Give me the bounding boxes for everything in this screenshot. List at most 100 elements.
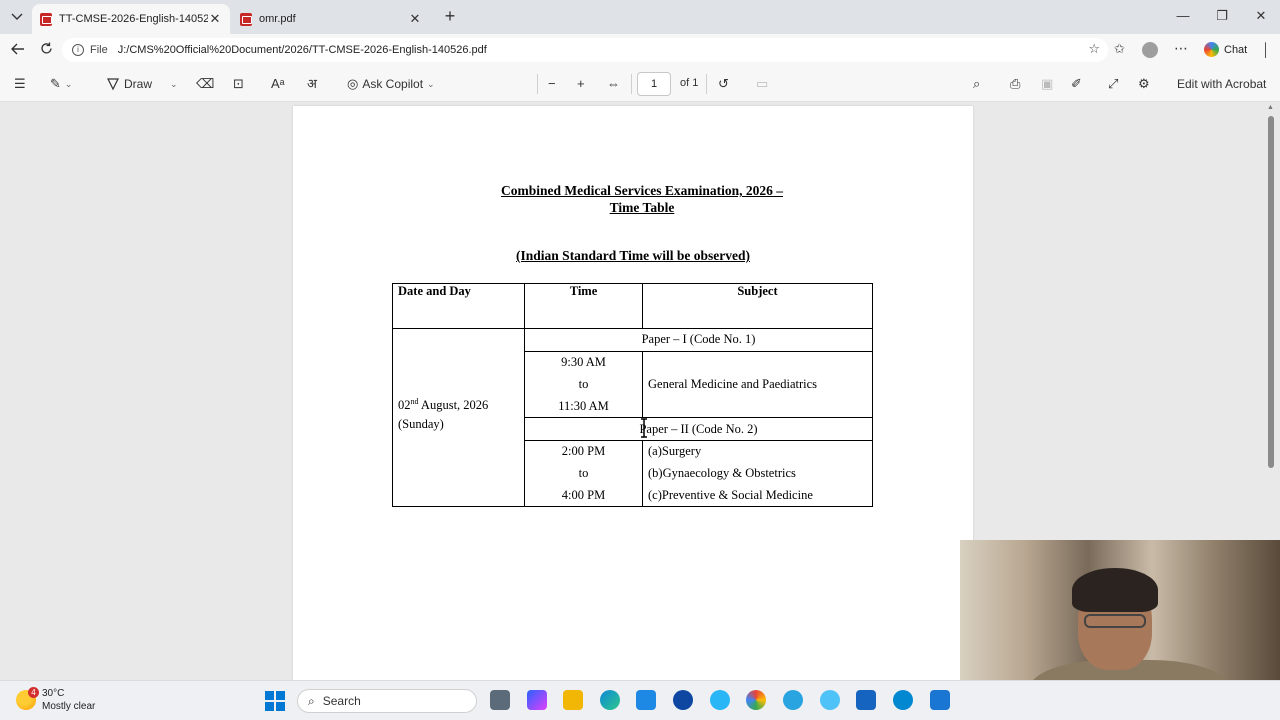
- restore-button[interactable]: ❐: [1207, 8, 1237, 26]
- chat-button[interactable]: Chat: [1204, 42, 1247, 57]
- camera-app-icon[interactable]: [930, 690, 950, 710]
- url-text[interactable]: J:/CMS%20Official%20Document/2026/TT-CMS…: [118, 44, 487, 56]
- page-total: of 1: [680, 77, 699, 89]
- notification-badge: 4: [28, 687, 39, 698]
- timetable: Date and Day Time Subject 02nd August, 2…: [392, 283, 873, 507]
- star-icon[interactable]: ☆: [1088, 41, 1100, 57]
- tab-actions-menu[interactable]: [6, 6, 28, 28]
- hp-app-icon[interactable]: [673, 690, 693, 710]
- zoom-out-button[interactable]: −: [548, 76, 556, 92]
- read-aloud-button[interactable]: Aᵃ: [271, 76, 285, 92]
- fit-page-button[interactable]: ⇔: [607, 76, 620, 92]
- highlight-button[interactable]: ✎ ⌄: [50, 76, 72, 92]
- search-label: Search: [322, 694, 361, 708]
- plus-icon: +: [577, 76, 585, 91]
- save-as-button[interactable]: ✐: [1071, 76, 1082, 92]
- telegram-icon[interactable]: [783, 690, 803, 710]
- edit-with-acrobat-button[interactable]: Edit with Acrobat: [1177, 76, 1266, 92]
- network-app-icon[interactable]: [820, 690, 840, 710]
- chrome-icon[interactable]: [746, 690, 766, 710]
- file-explorer-icon[interactable]: [563, 690, 583, 710]
- back-button[interactable]: [8, 41, 28, 59]
- edit-acrobat-label: Edit with Acrobat: [1177, 77, 1267, 91]
- start-tile: [265, 691, 274, 700]
- tab-omr-pdf[interactable]: omr.pdf ✕: [232, 4, 430, 34]
- windows-start-icon[interactable]: [265, 691, 285, 711]
- start-tile: [265, 702, 274, 711]
- chevron-down-icon: ⌄: [64, 79, 73, 89]
- support-app-icon[interactable]: [710, 690, 730, 710]
- taskbar-search[interactable]: ⌕ Search: [297, 689, 477, 713]
- find-button[interactable]: ⌕: [973, 76, 980, 92]
- print-button[interactable]: ⎙: [1010, 76, 1020, 92]
- scroll-thumb[interactable]: [1268, 116, 1274, 468]
- copilot-icon: [1204, 42, 1219, 57]
- weather-widget[interactable]: 4 30°C Mostly clear: [16, 687, 95, 713]
- copilot-outline-icon: ◎: [347, 76, 359, 91]
- tab-title: TT-CMSE-2026-English-140526.pdf: [59, 13, 208, 25]
- highlighter-icon: ✎: [50, 76, 61, 91]
- taskbar: 4 30°C Mostly clear ⌕ Search: [0, 680, 1280, 720]
- header-subject: Subject: [737, 284, 778, 298]
- favorites-icon[interactable]: ✩: [1114, 41, 1125, 57]
- word-app-icon[interactable]: [856, 690, 876, 710]
- info-icon[interactable]: i: [72, 44, 84, 56]
- paper1-subject: General Medicine and Paediatrics: [648, 377, 818, 391]
- store-icon[interactable]: [636, 690, 656, 710]
- more-options-icon[interactable]: ⋯: [1174, 40, 1188, 57]
- printer-icon: ⎙: [1010, 76, 1021, 91]
- paper1-time-end: 11:30 AM: [558, 399, 609, 413]
- document-subtitle: (Indian Standard Time will be observed): [516, 248, 750, 263]
- tab-timetable-pdf[interactable]: TT-CMSE-2026-English-140526.pdf ✕: [32, 4, 230, 34]
- tab-strip: TT-CMSE-2026-English-140526.pdf ✕ omr.pd…: [0, 0, 1280, 34]
- eraser-button[interactable]: ⌫: [196, 76, 214, 92]
- minimize-button[interactable]: —: [1168, 8, 1198, 26]
- paper2-subject-a: (a)Surgery: [648, 444, 702, 458]
- cortana-app-icon[interactable]: [893, 690, 913, 710]
- tab-title: omr.pdf: [259, 13, 296, 25]
- draw-button[interactable]: Draw ⌄: [106, 76, 178, 92]
- page-view-icon: ▭: [756, 76, 769, 91]
- reload-button[interactable]: [36, 41, 56, 59]
- file-chip: File: [90, 44, 108, 56]
- save-icon: ▣: [1041, 76, 1054, 91]
- date-text: 02nd August, 2026: [398, 397, 489, 413]
- toolbar-divider: [537, 74, 538, 94]
- header-time: Time: [569, 284, 598, 298]
- rotate-icon: ↺: [718, 76, 729, 91]
- paper2-time-end: 4:00 PM: [561, 488, 606, 502]
- page-number-input[interactable]: 1: [637, 72, 671, 96]
- pdf-page[interactable]: Combined Medical Services Examination, 2…: [293, 106, 973, 680]
- copilot-app-icon[interactable]: [527, 690, 547, 710]
- fullscreen-button[interactable]: ⤢: [1108, 76, 1118, 92]
- sidebar-toggle-icon[interactable]: │: [1262, 42, 1270, 57]
- omnibox[interactable]: i File J:/CMS%20Official%20Document/2026…: [62, 38, 1108, 62]
- ask-copilot-button[interactable]: ◎ Ask Copilot ⌄: [347, 76, 435, 92]
- save-button[interactable]: ▣: [1041, 76, 1053, 92]
- read-aloud-icon: Aᵃ: [271, 76, 285, 91]
- page-view-button[interactable]: ▭: [756, 76, 768, 92]
- person-glasses: [1084, 614, 1146, 628]
- paper2-subject-c: (c)Preventive & Social Medicine: [648, 488, 813, 502]
- zoom-in-button[interactable]: +: [577, 76, 585, 92]
- close-icon[interactable]: ✕: [208, 11, 222, 27]
- toolbar-divider: [631, 74, 632, 94]
- new-tab-button[interactable]: +: [440, 7, 460, 27]
- settings-button[interactable]: ⚙: [1138, 76, 1150, 92]
- translate-button[interactable]: अ: [307, 76, 317, 92]
- close-icon[interactable]: ✕: [408, 11, 422, 27]
- paper1-time-start: 9:30 AM: [561, 355, 606, 369]
- text-box-button[interactable]: ⊡: [233, 76, 244, 92]
- contents-button[interactable]: ☰: [14, 76, 26, 92]
- avatar[interactable]: [1142, 42, 1158, 58]
- minus-icon: −: [548, 76, 556, 91]
- eraser-icon: ⌫: [196, 76, 215, 91]
- rotate-button[interactable]: ↺: [718, 76, 729, 92]
- document-title: Combined Medical Services Examination, 2…: [293, 182, 991, 216]
- list-icon: ☰: [14, 76, 26, 91]
- search-icon: ⌕: [973, 76, 981, 91]
- close-window-button[interactable]: ✕: [1246, 8, 1276, 26]
- task-view-icon[interactable]: [490, 690, 510, 710]
- scroll-up-icon[interactable]: ▲: [1267, 104, 1274, 111]
- edge-browser-icon[interactable]: [600, 690, 620, 710]
